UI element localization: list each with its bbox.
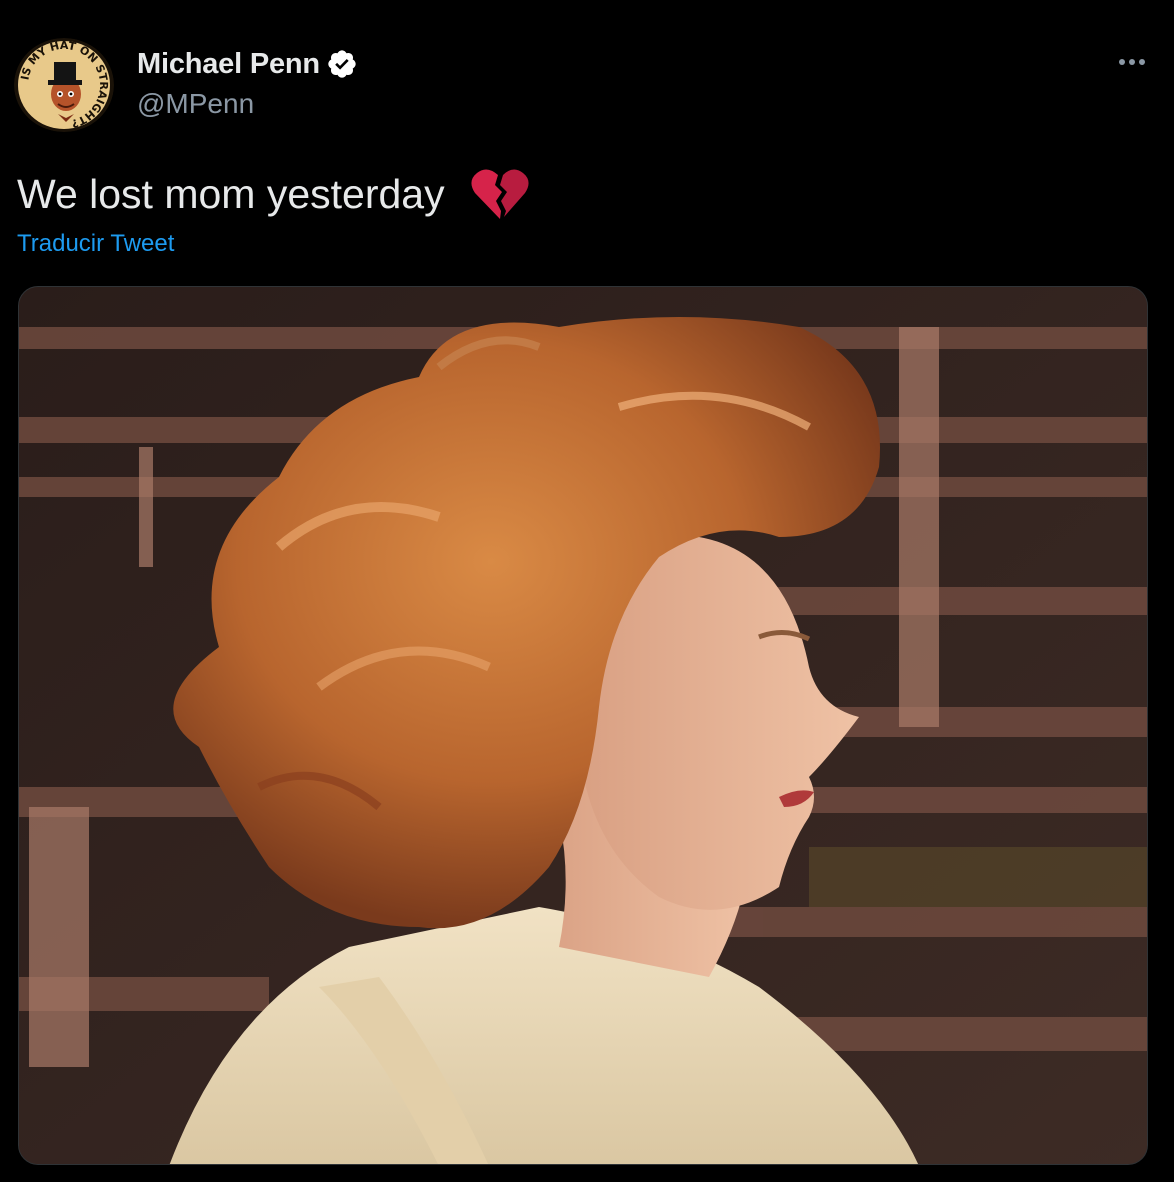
broken-heart-icon — [471, 167, 529, 221]
tweet-text: We lost mom yesterday — [17, 166, 529, 222]
photo-woman-profile — [19, 287, 1147, 1164]
tweet: IS MY HAT ON STRAIGHT? Michael Penn @MPe… — [0, 0, 1174, 1182]
more-dot — [1129, 59, 1135, 65]
verified-badge-icon — [326, 48, 358, 80]
author-handle[interactable]: @MPenn — [137, 88, 254, 120]
avatar[interactable]: IS MY HAT ON STRAIGHT? — [14, 38, 114, 132]
more-options-icon[interactable] — [1112, 50, 1152, 74]
more-dot — [1119, 59, 1125, 65]
more-dot — [1139, 59, 1145, 65]
tweet-text-content: We lost mom yesterday — [17, 170, 445, 217]
author-display-name[interactable]: Michael Penn — [137, 48, 320, 81]
avatar-image: IS MY HAT ON STRAIGHT? — [14, 38, 114, 132]
author-name-row[interactable]: Michael Penn — [137, 44, 358, 84]
tweet-photo[interactable] — [18, 286, 1148, 1165]
translate-tweet-link[interactable]: Traducir Tweet — [17, 230, 174, 258]
